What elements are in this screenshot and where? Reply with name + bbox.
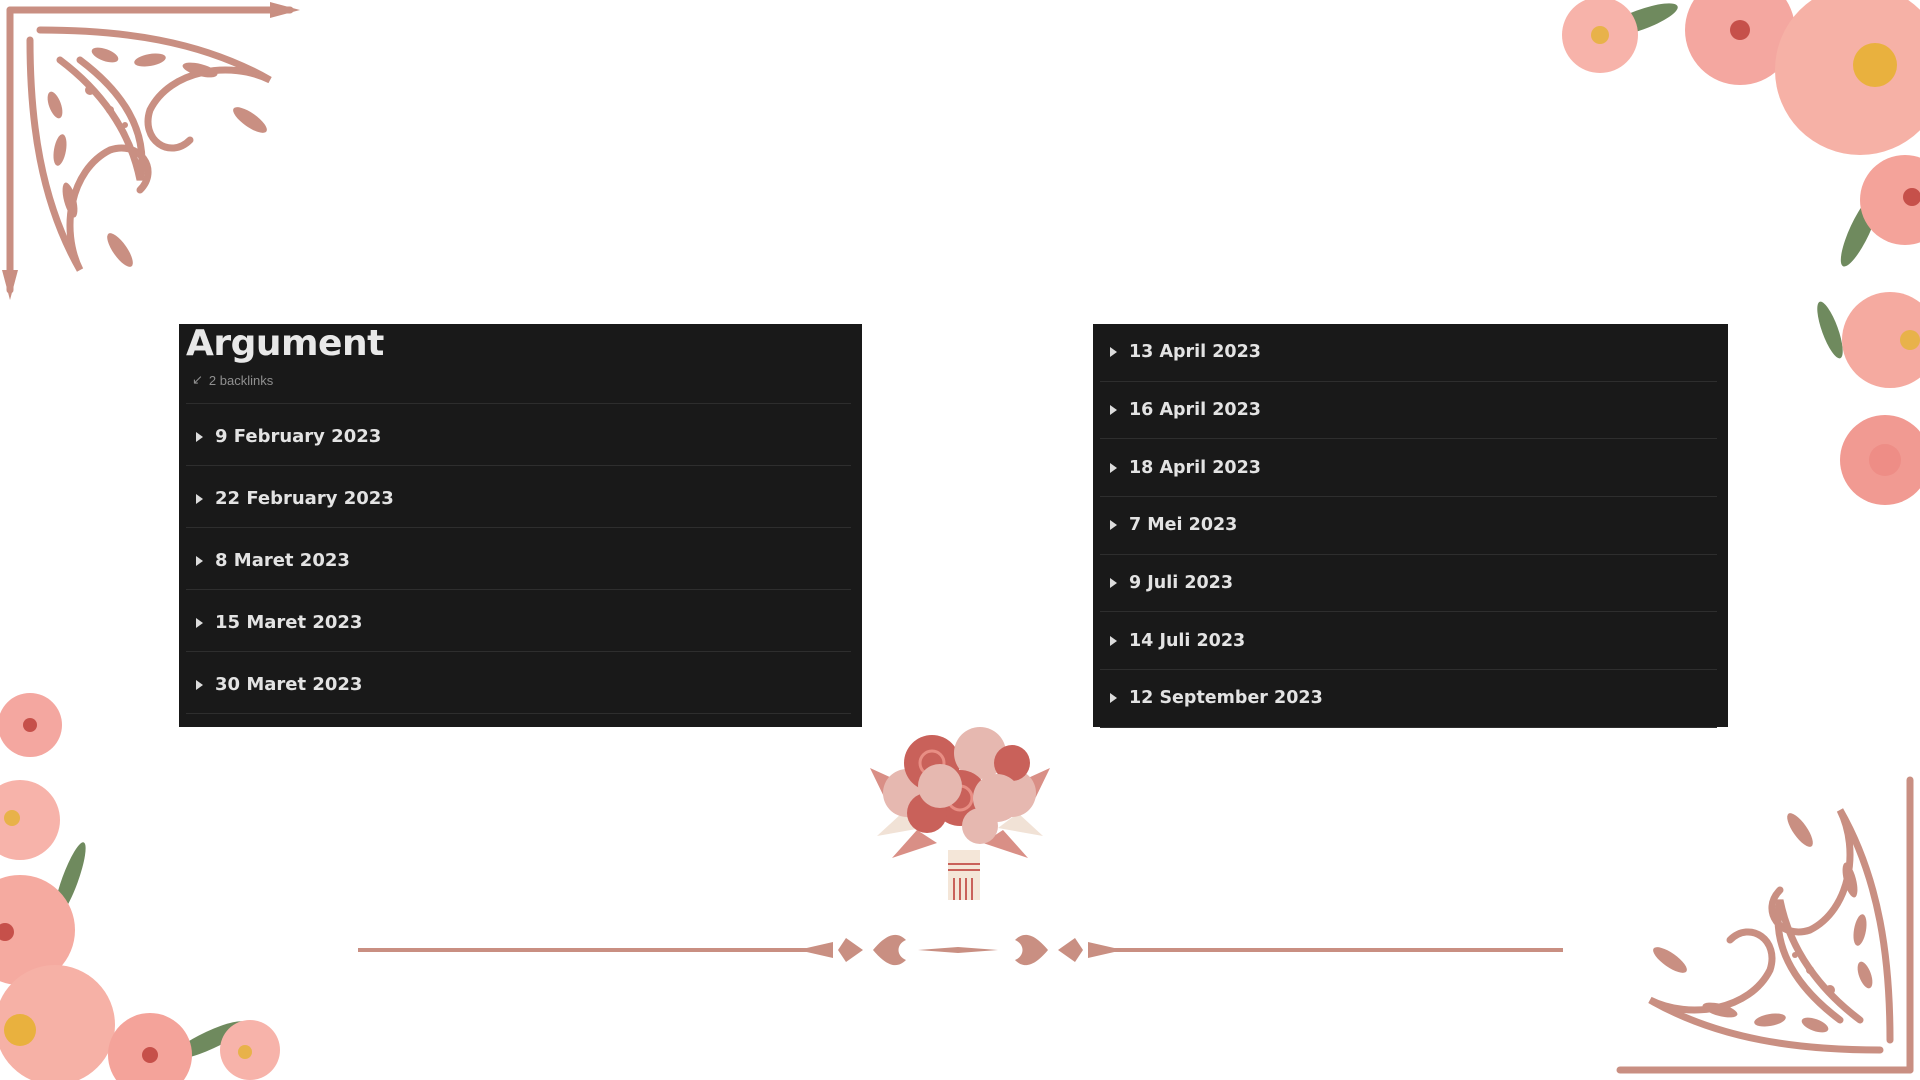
toggle-item[interactable]: 30 Maret 2023 <box>186 652 851 714</box>
triangle-right-icon[interactable] <box>196 431 203 442</box>
toggle-item[interactable]: 13 April 2023 <box>1100 324 1717 382</box>
triangle-right-icon[interactable] <box>1110 405 1117 416</box>
toggle-item-label: 12 September 2023 <box>1129 688 1323 709</box>
toggle-item-label: 18 April 2023 <box>1129 457 1261 478</box>
toggle-item[interactable]: 9 February 2023 <box>186 404 851 466</box>
arrow-down-left-icon: ↙ <box>192 372 203 387</box>
toggle-item-label: 14 Juli 2023 <box>1129 630 1246 651</box>
corner-ornament-bottom-right <box>1616 776 1914 1074</box>
toggle-item-label: 7 Mei 2023 <box>1129 515 1238 536</box>
triangle-right-icon[interactable] <box>196 679 203 690</box>
toggle-item-label: 9 February 2023 <box>215 426 382 447</box>
triangle-right-icon[interactable] <box>1110 520 1117 531</box>
triangle-right-icon[interactable] <box>1110 578 1117 589</box>
corner-ornament-top-left <box>2 2 300 300</box>
triangle-right-icon[interactable] <box>1110 693 1117 704</box>
triangle-right-icon[interactable] <box>196 555 203 566</box>
toggle-item-label: 15 Maret 2023 <box>215 612 363 633</box>
page-title: Argument <box>186 323 384 364</box>
flower-cluster-bottom-left <box>0 693 280 1080</box>
toggle-item[interactable]: 16 April 2023 <box>1100 382 1717 440</box>
triangle-right-icon[interactable] <box>1110 635 1117 646</box>
toggle-item[interactable]: 12 September 2023 <box>1100 670 1717 728</box>
triangle-right-icon[interactable] <box>196 617 203 628</box>
toggle-item-label: 13 April 2023 <box>1129 342 1261 363</box>
bouquet-illustration <box>870 727 1050 900</box>
toggle-item[interactable]: 8 Maret 2023 <box>186 528 851 590</box>
triangle-right-icon[interactable] <box>1110 347 1117 358</box>
toggle-item-label: 16 April 2023 <box>1129 400 1261 421</box>
notes-panel-right: 13 April 2023 16 April 2023 18 April 202… <box>1093 324 1728 728</box>
toggle-item-label: 9 Juli 2023 <box>1129 573 1234 594</box>
toggle-item[interactable]: 9 Juli 2023 <box>1100 555 1717 613</box>
triangle-right-icon[interactable] <box>1110 462 1117 473</box>
toggle-item-label: 22 February 2023 <box>215 488 394 509</box>
notes-panel-left: Argument ↙ 2 backlinks 9 February 2023 2… <box>179 324 862 727</box>
toggle-item[interactable]: 14 Juli 2023 <box>1100 612 1717 671</box>
divider-ornament <box>358 934 1563 966</box>
toggle-item-label: 8 Maret 2023 <box>215 550 350 571</box>
toggle-item[interactable]: 15 Maret 2023 <box>186 590 851 652</box>
toggle-item[interactable]: 22 February 2023 <box>186 466 851 528</box>
toggle-item[interactable]: 7 Mei 2023 <box>1100 497 1717 555</box>
backlinks-label: 2 backlinks <box>208 372 274 388</box>
toggle-item-label: 30 Maret 2023 <box>215 674 363 695</box>
backlinks-link[interactable]: ↙ 2 backlinks <box>192 370 851 390</box>
triangle-right-icon[interactable] <box>196 493 203 504</box>
toggle-item[interactable]: 18 April 2023 <box>1100 439 1717 498</box>
